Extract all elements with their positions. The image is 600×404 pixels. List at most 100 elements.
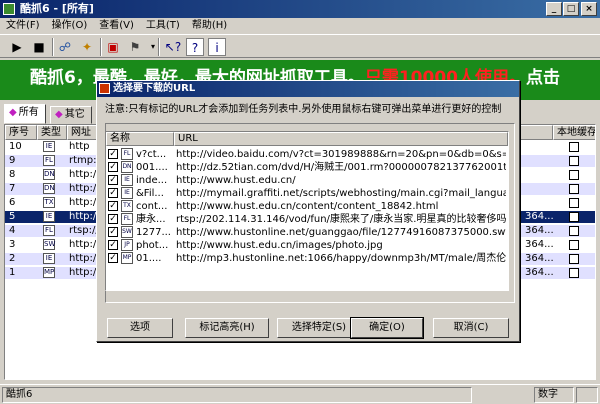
options-button[interactable]: 选项: [107, 318, 173, 338]
cache-checkbox[interactable]: [569, 184, 579, 194]
file-type-icon: IE: [43, 211, 55, 222]
help-icon[interactable]: ?: [186, 38, 204, 56]
item-url: http://www.hust.edu.cn/images/photo.jpg: [176, 240, 383, 251]
menu-file[interactable]: 文件(F): [0, 18, 46, 34]
row-extra: 364...: [525, 267, 553, 278]
cache-checkbox[interactable]: [569, 142, 579, 152]
menu-help[interactable]: 帮助(H): [186, 18, 233, 34]
file-type-icon: JP: [121, 239, 133, 251]
file-type-icon: DN: [43, 183, 55, 194]
play-icon[interactable]: ▶: [8, 38, 26, 56]
cache-checkbox[interactable]: [569, 268, 579, 278]
file-type-icon: IE: [43, 253, 55, 264]
window-title: 酷抓6 - [所有]: [20, 2, 94, 15]
url-checkbox[interactable]: ✓: [108, 214, 118, 224]
menu-operate[interactable]: 操作(O): [46, 18, 94, 34]
cache-checkbox[interactable]: [569, 170, 579, 180]
col-type[interactable]: 类型: [37, 125, 67, 140]
info-icon[interactable]: i: [208, 38, 226, 56]
cache-checkbox[interactable]: [569, 254, 579, 264]
tab-other[interactable]: ◆ 其它: [50, 106, 92, 124]
context-help-icon[interactable]: ↖?: [164, 38, 182, 56]
select-specific-button[interactable]: 选择特定(S): [277, 318, 361, 338]
dialog-titlebar[interactable]: 选择要下载的URL: [97, 81, 519, 97]
list-item[interactable]: ✓ IE &Fil... http://mymail.graffiti.net/scr…: [108, 187, 506, 200]
menu-tools[interactable]: 工具(T): [140, 18, 186, 34]
file-type-icon: DN: [43, 169, 55, 180]
item-name: 01....: [136, 253, 162, 264]
file-type-icon: IE: [43, 141, 55, 152]
list-item[interactable]: ✓ IE inde... http://www.hust.edu.cn/: [108, 174, 506, 187]
flag-icon[interactable]: ⚑: [126, 38, 144, 56]
cache-checkbox[interactable]: [569, 212, 579, 222]
cache-checkbox[interactable]: [569, 226, 579, 236]
item-url: rtsp://202.114.31.146/vod/fun/康熙来了/康永当家.…: [176, 214, 506, 225]
url-checkbox[interactable]: ✓: [108, 149, 118, 159]
window-titlebar[interactable]: 酷抓6 - [所有] _ □ ×: [0, 0, 600, 18]
list-item[interactable]: ✓ MP 01.... http://mp3.hustonline.net:1066/…: [108, 252, 506, 265]
url-checkbox[interactable]: ✓: [108, 253, 118, 263]
tab-all[interactable]: ◆ 所有: [4, 104, 46, 124]
row-num: 10: [9, 141, 22, 152]
close-button[interactable]: ×: [581, 2, 597, 16]
item-url: http://dz.52tian.com/dvd/H/海贼王/001.rm?00…: [176, 162, 506, 173]
dialog-title: 选择要下载的URL: [113, 83, 196, 94]
col-num[interactable]: 序号: [5, 125, 37, 140]
ok-button[interactable]: 确定(O): [350, 317, 424, 339]
url-checkbox[interactable]: ✓: [108, 227, 118, 237]
col-name[interactable]: 名称: [106, 132, 174, 146]
item-name: v?ct...: [136, 149, 167, 160]
list-item[interactable]: ✓ FL 康永... rtsp://202.114.31.146/vod/fun/康熙…: [108, 213, 506, 226]
stop-icon[interactable]: ■: [30, 38, 48, 56]
item-url: http://www.hustonline.net/guanggao/file/…: [176, 227, 506, 238]
minimize-button[interactable]: _: [546, 2, 562, 16]
list-item[interactable]: ✓ JP phot... http://www.hust.edu.cn/images/…: [108, 239, 506, 252]
url-checkbox[interactable]: ✓: [108, 162, 118, 172]
diamond-icon: ◆: [9, 107, 17, 118]
cache-checkbox[interactable]: [569, 156, 579, 166]
url-checkbox[interactable]: ✓: [108, 201, 118, 211]
list-item[interactable]: ✓ DN 001.... http://dz.52tian.com/dvd/H/海贼王…: [108, 161, 506, 174]
cache-checkbox[interactable]: [569, 240, 579, 250]
file-type-icon: MP: [121, 252, 133, 264]
save-icon[interactable]: ▣: [104, 38, 122, 56]
status-numlock: 数字: [534, 387, 574, 403]
file-type-icon: SW: [43, 239, 56, 250]
cache-checkbox[interactable]: [569, 198, 579, 208]
file-type-icon: TX: [121, 200, 133, 212]
item-name: inde...: [136, 175, 168, 186]
list-item[interactable]: ✓ FL v?ct... http://video.baidu.com/v?ct=30…: [108, 148, 506, 161]
item-name: 康永...: [136, 214, 166, 225]
cancel-button[interactable]: 取消(C): [433, 318, 509, 338]
file-type-icon: FL: [43, 155, 55, 166]
url-checkbox[interactable]: ✓: [108, 240, 118, 250]
item-url: http://www.hust.edu.cn/content/content_1…: [176, 201, 439, 212]
network-icon[interactable]: ☍: [56, 38, 74, 56]
url-checkbox[interactable]: ✓: [108, 188, 118, 198]
menu-view[interactable]: 查看(V): [93, 18, 140, 34]
row-num: 6: [9, 197, 16, 208]
highlight-button[interactable]: 标记高亮(H): [185, 318, 269, 338]
app-icon: [3, 3, 15, 15]
status-text: 酷抓6: [2, 387, 472, 403]
row-extra: 364...: [525, 211, 553, 222]
list-item[interactable]: ✓ TX cont... http://www.hust.edu.cn/content…: [108, 200, 506, 213]
item-name: &Fil...: [136, 188, 164, 199]
item-name: 1277...: [136, 227, 171, 238]
row-num: 5: [9, 211, 16, 222]
item-url: http://www.hust.edu.cn/: [176, 175, 296, 186]
col-cache[interactable]: 本地缓存: [553, 125, 595, 140]
col-dialog-url[interactable]: URL: [174, 132, 508, 146]
maximize-button[interactable]: □: [563, 2, 579, 16]
file-type-icon: FL: [121, 148, 133, 160]
row-num: 8: [9, 169, 16, 180]
diamond-icon: ◆: [55, 109, 63, 120]
status-bar: 酷抓6 数字: [0, 384, 600, 404]
capture-icon[interactable]: ✦: [78, 38, 96, 56]
list-item[interactable]: ✓ SW 1277... http://www.hustonline.net/guan…: [108, 226, 506, 239]
url-checkbox[interactable]: ✓: [108, 175, 118, 185]
row-extra: 364...: [525, 225, 553, 236]
item-name: phot...: [136, 240, 169, 251]
row-num: 7: [9, 183, 16, 194]
file-type-icon: MP: [43, 267, 55, 278]
